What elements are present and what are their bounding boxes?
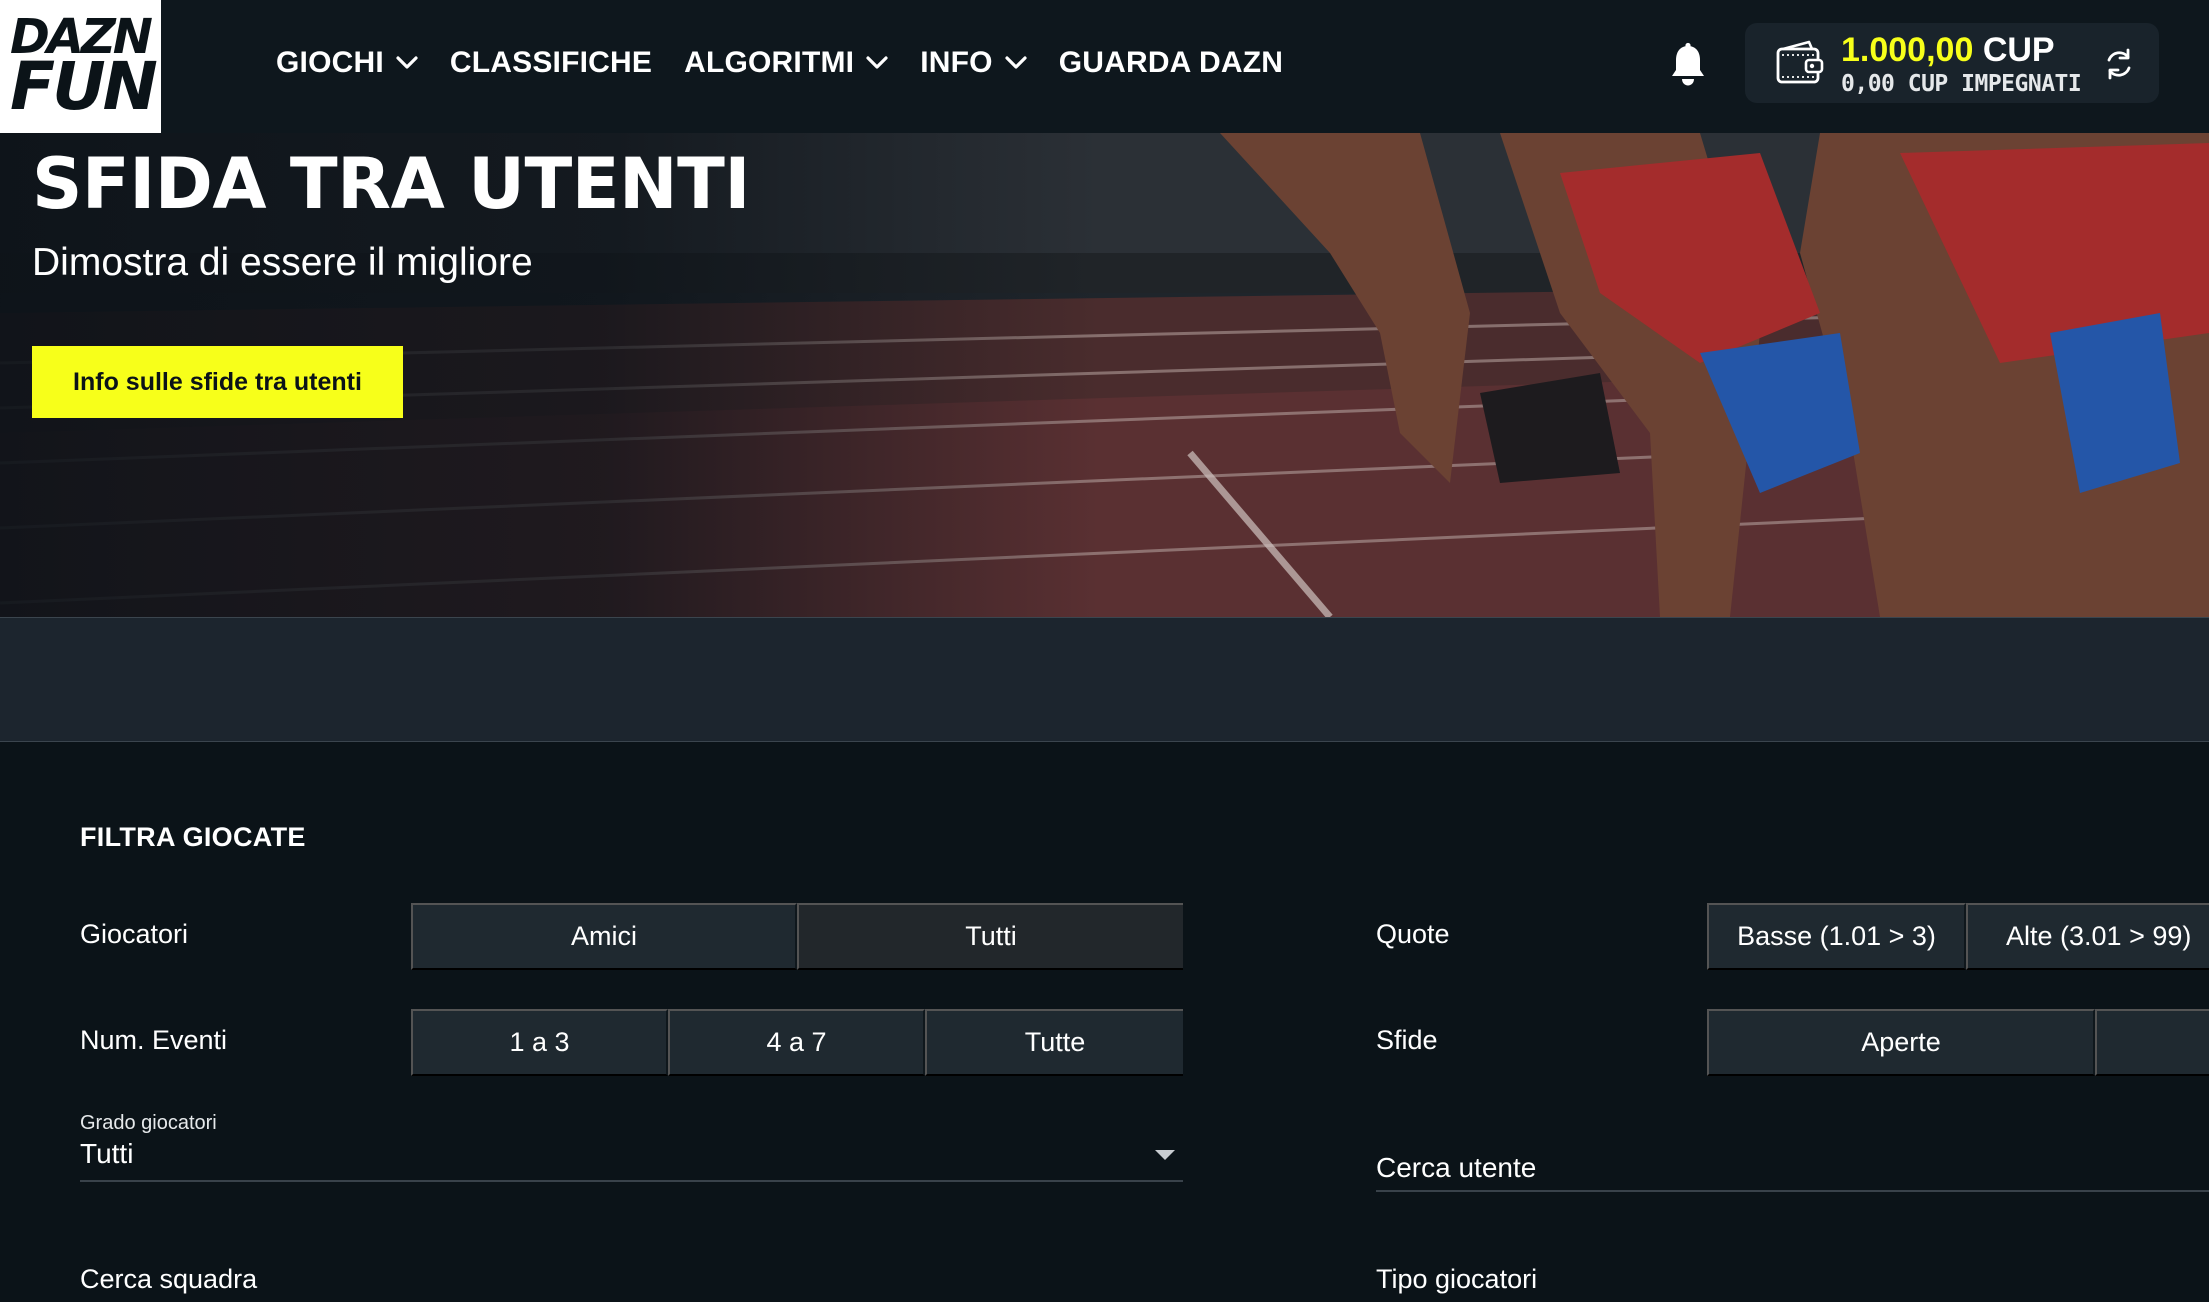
hero-separator-band xyxy=(0,617,2209,742)
quote-option-alte[interactable]: Alte (3.01 > 99) xyxy=(1966,903,2209,970)
sfide-label: Sfide xyxy=(1376,1025,1438,1055)
nav-item-label: ALGORITMI xyxy=(684,46,855,79)
grado-giocatori-select[interactable]: Grado giocatori Tutti xyxy=(80,1112,1183,1182)
grado-giocatori-label: Grado giocatori xyxy=(80,1112,217,1134)
filters-panel: FILTRA GIOCATE Giocatori Amici Tutti Quo… xyxy=(0,742,2209,1302)
sfide-segmented-control: Aperte xyxy=(1707,1009,2209,1076)
nav-item-label: INFO xyxy=(920,46,993,79)
wallet-balance-box[interactable]: 1.000,00 CUP 0,00 CUP IMPEGNATI xyxy=(1745,23,2159,103)
sfide-option-2[interactable] xyxy=(2095,1009,2209,1076)
cerca-utente-field xyxy=(1376,1146,2209,1192)
wallet-committed: 0,00 CUP IMPEGNATI xyxy=(1841,71,2082,97)
wallet-currency: CUP xyxy=(1982,31,2055,69)
cerca-utente-input[interactable] xyxy=(1376,1146,2209,1190)
nav-item-label: CLASSIFICHE xyxy=(449,46,653,79)
hero-subtitle: Dimostra di essere il migliore xyxy=(32,241,533,284)
sfide-option-aperte[interactable]: Aperte xyxy=(1707,1009,2095,1076)
quote-option-basse[interactable]: Basse (1.01 > 3) xyxy=(1707,903,1966,970)
giocatori-segmented-control: Amici Tutti xyxy=(411,903,1183,970)
nav-item-classifiche[interactable]: CLASSIFICHE xyxy=(450,46,652,80)
hero-banner: SFIDA TRA UTENTI Dimostra di essere il m… xyxy=(0,133,2209,617)
hero-title: SFIDA TRA UTENTI xyxy=(32,143,750,225)
quote-segmented-control: Basse (1.01 > 3) Alte (3.01 > 99) xyxy=(1707,903,2209,970)
bell-icon[interactable] xyxy=(1668,42,1708,88)
nav-item-label: GUARDA DAZN xyxy=(1058,46,1284,79)
giocatori-option-amici[interactable]: Amici xyxy=(411,903,797,970)
wallet-icon xyxy=(1776,40,1824,84)
wallet-amount-value: 1.000,00 xyxy=(1841,31,1974,69)
wallet-amount: 1.000,00 CUP xyxy=(1841,31,2055,70)
grado-giocatori-value: Tutti xyxy=(80,1138,134,1169)
chevron-down-icon xyxy=(866,56,888,69)
filters-title: FILTRA GIOCATE xyxy=(80,822,306,852)
tipo-giocatori-label: Tipo giocatori xyxy=(1376,1264,1538,1294)
chevron-down-icon xyxy=(1005,56,1027,69)
nav-item-info[interactable]: INFO xyxy=(920,46,1027,80)
nav-item-label: GIOCHI xyxy=(276,46,384,79)
top-header: DAZN FUN GIOCHI CLASSIFICHE ALGORITMI IN… xyxy=(0,0,2209,133)
giocatori-label: Giocatori xyxy=(80,919,189,949)
cerca-squadra-label: Cerca squadra xyxy=(80,1264,258,1294)
nav-item-algoritmi[interactable]: ALGORITMI xyxy=(684,46,888,80)
nav-item-giochi[interactable]: GIOCHI xyxy=(276,46,418,80)
num-eventi-option-tutte[interactable]: Tutte xyxy=(925,1009,1183,1076)
logo-line-2: FUN xyxy=(10,47,158,125)
main-nav: GIOCHI CLASSIFICHE ALGORITMI INFO GUARDA… xyxy=(276,40,1315,86)
quote-label: Quote xyxy=(1376,919,1450,949)
num-eventi-option-1-3[interactable]: 1 a 3 xyxy=(411,1009,668,1076)
num-eventi-segmented-control: 1 a 3 4 a 7 Tutte xyxy=(411,1009,1183,1076)
info-challenges-button[interactable]: Info sulle sfide tra utenti xyxy=(32,346,403,418)
nav-item-guarda-dazn[interactable]: GUARDA DAZN xyxy=(1059,46,1283,80)
num-eventi-label: Num. Eventi xyxy=(80,1025,228,1055)
caret-down-icon xyxy=(1155,1150,1175,1160)
chevron-down-icon xyxy=(396,56,418,69)
refresh-icon[interactable] xyxy=(2103,47,2135,81)
dazn-fun-logo[interactable]: DAZN FUN xyxy=(0,0,161,133)
giocatori-option-tutti[interactable]: Tutti xyxy=(797,903,1183,970)
num-eventi-option-4-7[interactable]: 4 a 7 xyxy=(668,1009,925,1076)
